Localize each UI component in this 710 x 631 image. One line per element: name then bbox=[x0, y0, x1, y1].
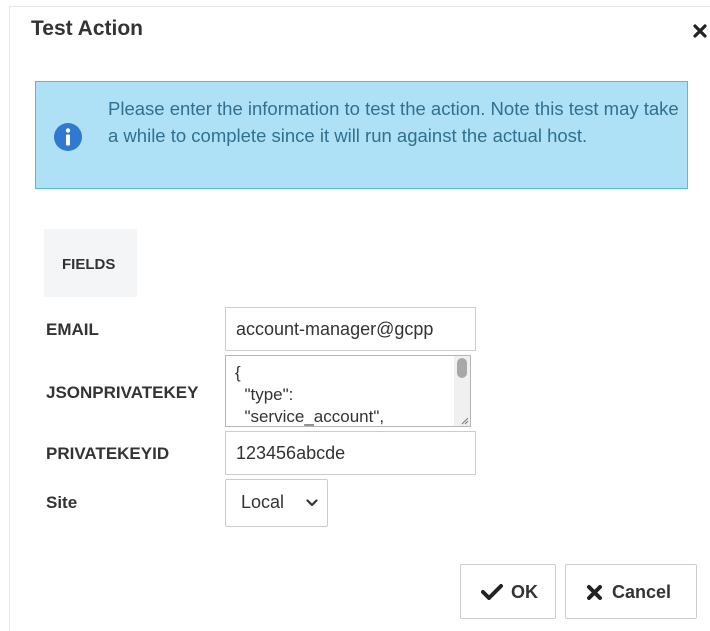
privatekeyid-input[interactable] bbox=[225, 431, 476, 475]
scrollbar-thumb[interactable] bbox=[457, 358, 467, 378]
cancel-button[interactable]: Cancel bbox=[565, 564, 697, 619]
email-label: EMAIL bbox=[46, 320, 99, 339]
site-label: Site bbox=[46, 493, 78, 512]
cancel-label: Cancel bbox=[612, 582, 672, 602]
test-action-dialog: Test Action Please enter the information… bbox=[9, 6, 710, 631]
textarea-scrollbar[interactable] bbox=[454, 356, 470, 426]
resize-handle-icon[interactable] bbox=[461, 417, 469, 425]
fields-tab-label: FIELDS bbox=[62, 256, 116, 273]
info-alert: Please enter the information to test the… bbox=[35, 81, 688, 189]
jsonprivatekey-label: JSONPRIVATEKEY bbox=[46, 383, 199, 402]
chevron-down-icon bbox=[306, 499, 318, 507]
close-icon[interactable] bbox=[693, 24, 707, 38]
info-icon bbox=[54, 123, 82, 151]
fields-tab[interactable]: FIELDS bbox=[44, 229, 137, 297]
privatekeyid-label: PRIVATEKEYID bbox=[46, 444, 170, 463]
ok-label: OK bbox=[511, 582, 538, 602]
dialog-title: Test Action bbox=[31, 17, 144, 40]
jsonprivatekey-textarea[interactable]: { "type": "service_account", bbox=[225, 355, 471, 427]
ok-button[interactable]: OK bbox=[460, 564, 556, 619]
site-selected-value: Local bbox=[241, 492, 285, 512]
jsonprivatekey-value: { "type": "service_account", bbox=[235, 363, 385, 426]
close-icon bbox=[587, 585, 602, 600]
email-input[interactable] bbox=[225, 307, 476, 351]
site-select[interactable]: Local bbox=[225, 479, 328, 527]
alert-message: Please enter the information to test the… bbox=[108, 98, 679, 146]
check-icon bbox=[481, 584, 503, 600]
